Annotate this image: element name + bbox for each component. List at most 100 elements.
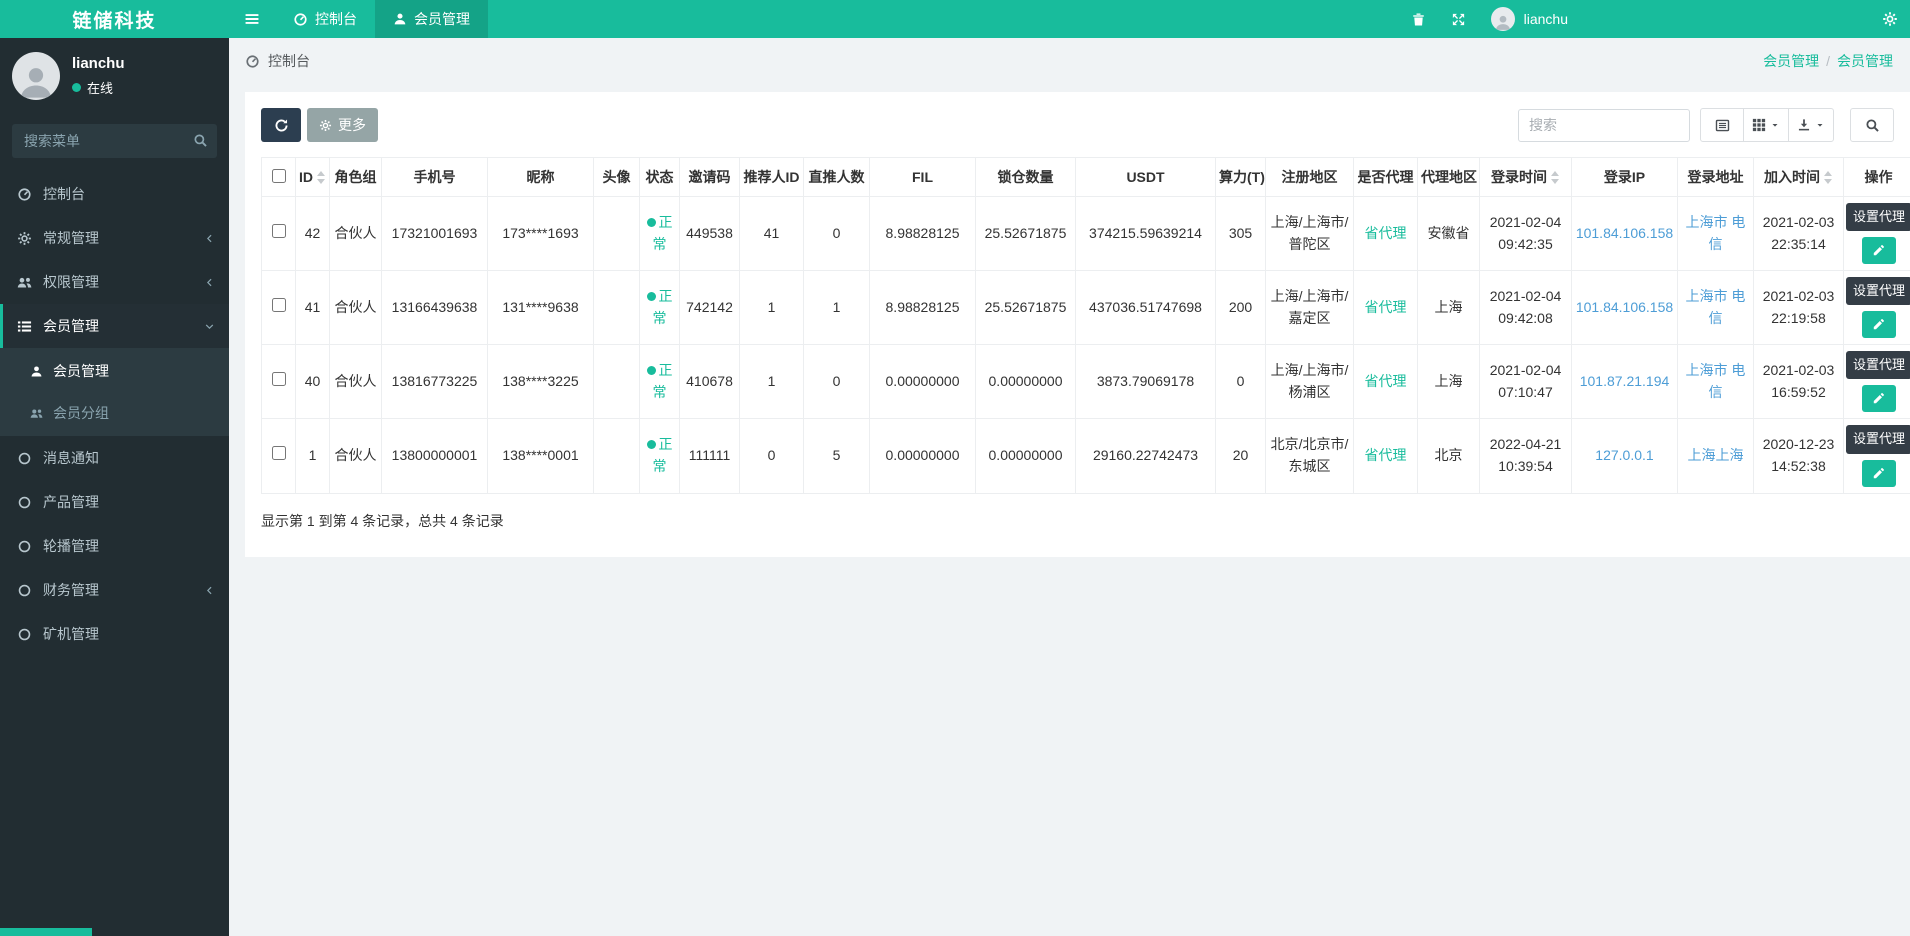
- sort-icon: [1551, 171, 1560, 184]
- table-view-buttons: [1700, 108, 1834, 142]
- sidebar-toggle-button[interactable]: [229, 0, 275, 38]
- column-header-locked[interactable]: 锁仓数量: [976, 158, 1076, 197]
- column-header-direct_count[interactable]: 直推人数: [804, 158, 870, 197]
- fullscreen-button[interactable]: [1439, 0, 1479, 38]
- cell-id: 42: [296, 197, 330, 271]
- edit-button[interactable]: [1862, 237, 1896, 264]
- edit-button[interactable]: [1862, 460, 1896, 487]
- cell-direct_count: 0: [804, 197, 870, 271]
- cell-login_addr: 上海市 电信: [1678, 271, 1754, 345]
- menu-search-input[interactable]: [12, 124, 217, 158]
- link-login_ip[interactable]: 127.0.0.1: [1595, 447, 1653, 463]
- sidebar-item-member[interactable]: 会员管理: [0, 304, 229, 348]
- row-checkbox[interactable]: [272, 224, 286, 238]
- sidebar-username: lianchu: [72, 55, 125, 72]
- column-header-status[interactable]: 状态: [640, 158, 680, 197]
- set-agent-button[interactable]: 设置代理: [1846, 277, 1910, 305]
- sidebar-item-finance[interactable]: 财务管理: [0, 568, 229, 612]
- column-header-phone[interactable]: 手机号: [382, 158, 488, 197]
- link-login_ip[interactable]: 101.84.106.158: [1576, 299, 1673, 315]
- column-header-power[interactable]: 算力(T): [1216, 158, 1266, 197]
- circle-icon: [17, 627, 32, 642]
- column-header-op[interactable]: 操作: [1844, 158, 1910, 197]
- column-header-agent_area[interactable]: 代理地区: [1418, 158, 1480, 197]
- edit-button[interactable]: [1862, 311, 1896, 338]
- tab-dashboard[interactable]: 控制台: [275, 0, 375, 38]
- cell-nickname: 131****9638: [488, 271, 594, 345]
- set-agent-button[interactable]: 设置代理: [1846, 203, 1910, 231]
- app-logo[interactable]: 链储科技: [0, 0, 229, 38]
- row-checkbox[interactable]: [272, 446, 286, 460]
- column-header-fil[interactable]: FIL: [870, 158, 976, 197]
- row-checkbox[interactable]: [272, 372, 286, 386]
- set-agent-button[interactable]: 设置代理: [1846, 351, 1910, 379]
- cell-join_time: 2021-02-03 22:35:14: [1754, 197, 1844, 271]
- user-menu[interactable]: lianchu: [1479, 7, 1580, 31]
- column-header-login_addr[interactable]: 登录地址: [1678, 158, 1754, 197]
- table-search-button[interactable]: [1850, 108, 1894, 142]
- link-login_ip[interactable]: 101.84.106.158: [1576, 225, 1673, 241]
- sidebar-item-message[interactable]: 消息通知: [0, 436, 229, 480]
- sidebar-item-carousel[interactable]: 轮播管理: [0, 524, 229, 568]
- sidebar-item-dashboard[interactable]: 控制台: [0, 172, 229, 216]
- cell-role: 合伙人: [330, 345, 382, 419]
- export-button[interactable]: [1788, 108, 1834, 142]
- column-header-avatar[interactable]: 头像: [594, 158, 640, 197]
- cell-reg_area: 北京/北京市/东城区: [1266, 419, 1354, 493]
- sidebar-item-miner[interactable]: 矿机管理: [0, 612, 229, 656]
- breadcrumb-right: 会员管理 / 会员管理: [1763, 51, 1893, 71]
- cell-avatar: [594, 419, 640, 493]
- settings-button[interactable]: [1870, 0, 1910, 38]
- edit-button[interactable]: [1862, 385, 1896, 412]
- column-header-usdt[interactable]: USDT: [1076, 158, 1216, 197]
- sidebar-subitem-member-manage[interactable]: 会员管理: [0, 350, 229, 392]
- select-all-header[interactable]: [262, 158, 296, 197]
- sidebar-scrollbar[interactable]: [0, 928, 92, 936]
- sort-icon: [1824, 171, 1833, 184]
- cell-login_addr: 上海市 电信: [1678, 197, 1754, 271]
- column-header-join_time[interactable]: 加入时间: [1754, 158, 1844, 197]
- column-header-reg_area[interactable]: 注册地区: [1266, 158, 1354, 197]
- column-header-id[interactable]: ID: [296, 158, 330, 197]
- sidebar-item-product[interactable]: 产品管理: [0, 480, 229, 524]
- columns-toggle-button[interactable]: [1743, 108, 1789, 142]
- cell-status: 正常: [640, 271, 680, 345]
- link-login_addr[interactable]: 上海上海: [1688, 447, 1744, 463]
- column-header-login_time[interactable]: 登录时间: [1480, 158, 1572, 197]
- tab-member-management[interactable]: 会员管理: [375, 0, 488, 38]
- sidebar-item-general[interactable]: 常规管理: [0, 216, 229, 260]
- sidebar-item-auth[interactable]: 权限管理: [0, 260, 229, 304]
- row-checkbox[interactable]: [272, 298, 286, 312]
- link-login_addr[interactable]: 上海市 电信: [1686, 362, 1746, 400]
- column-header-login_ip[interactable]: 登录IP: [1572, 158, 1678, 197]
- breadcrumb-link-page[interactable]: 会员管理: [1837, 51, 1893, 71]
- link-login_ip[interactable]: 101.87.21.194: [1580, 373, 1670, 389]
- cell-locked: 25.52671875: [976, 197, 1076, 271]
- column-header-invite_code[interactable]: 邀请码: [680, 158, 740, 197]
- sidebar-subitem-member-group[interactable]: 会员分组: [0, 392, 229, 434]
- link-login_addr[interactable]: 上海市 电信: [1686, 214, 1746, 252]
- topbar: 链储科技 控制台 会员管理 lianchu: [0, 0, 1910, 38]
- more-actions-button[interactable]: 更多: [307, 108, 378, 142]
- breadcrumb-link-parent[interactable]: 会员管理: [1763, 51, 1819, 71]
- tab-label: 会员管理: [414, 9, 470, 29]
- status-dot-icon: [647, 366, 656, 375]
- table-row: 41合伙人13166439638131****9638正常742142118.9…: [262, 271, 1910, 345]
- clear-cache-button[interactable]: [1399, 0, 1439, 38]
- cell-agent_area: 北京: [1418, 419, 1480, 493]
- detail-view-button[interactable]: [1700, 108, 1744, 142]
- table-row: 42合伙人17321001693173****1693正常4495384108.…: [262, 197, 1910, 271]
- table-search-input[interactable]: [1518, 109, 1690, 142]
- cell-reg_area: 上海/上海市/杨浦区: [1266, 345, 1354, 419]
- cell-login_addr: 上海上海: [1678, 419, 1754, 493]
- pencil-icon: [1872, 244, 1885, 257]
- column-header-role[interactable]: 角色组: [330, 158, 382, 197]
- refresh-button[interactable]: [261, 108, 301, 142]
- link-login_addr[interactable]: 上海市 电信: [1686, 288, 1746, 326]
- column-header-nickname[interactable]: 昵称: [488, 158, 594, 197]
- set-agent-button[interactable]: 设置代理: [1846, 425, 1910, 453]
- person-icon: [17, 62, 55, 100]
- column-header-is_agent[interactable]: 是否代理: [1354, 158, 1418, 197]
- column-header-referrer_id[interactable]: 推荐人ID: [740, 158, 804, 197]
- select-all-checkbox[interactable]: [272, 169, 286, 183]
